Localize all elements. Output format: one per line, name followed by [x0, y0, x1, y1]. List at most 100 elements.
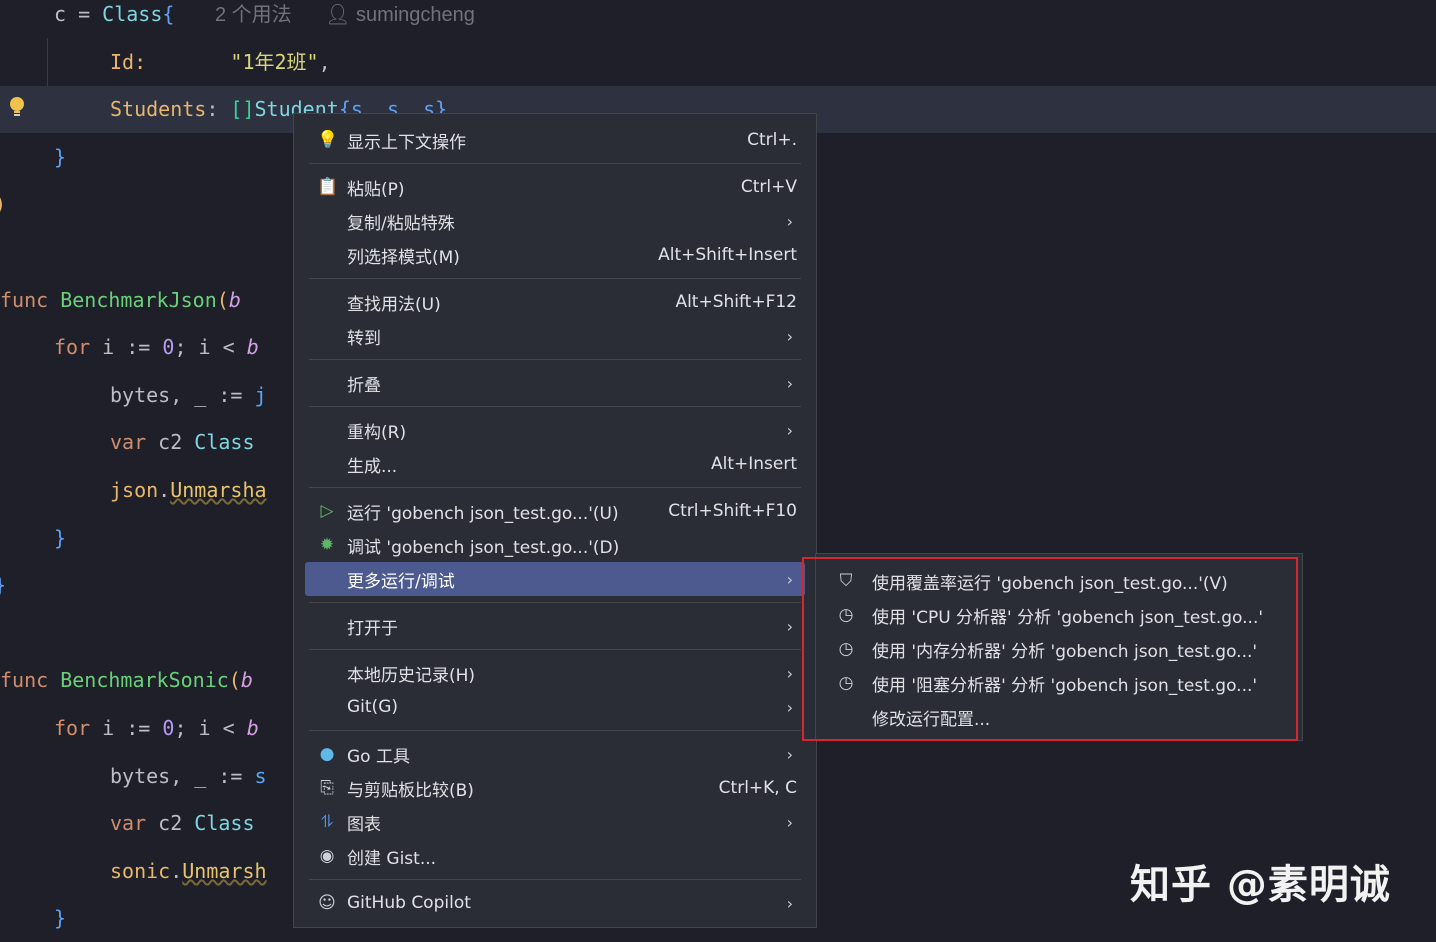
menu-item[interactable]: ☺ GitHub Copilot ›	[305, 886, 805, 920]
menu-item-label: 粘贴(P)	[347, 179, 405, 200]
menu-item[interactable]: ✹ 调试 'gobench json_test.go...'(D)	[305, 528, 805, 562]
menu-item[interactable]: ⎘ 与剪贴板比较(B) Ctrl+K, C	[305, 771, 805, 805]
menu-item[interactable]: 折叠 ›	[305, 366, 805, 400]
profiler-icon: ◷	[838, 673, 854, 693]
chevron-right-icon: ›	[786, 616, 793, 636]
menu-item-label: 折叠	[347, 375, 381, 396]
menu-item-shortcut: Alt+Insert	[710, 454, 797, 474]
menu-item[interactable]: ◉ 创建 Gist...	[305, 839, 805, 873]
menu-item[interactable]: 打开于 ›	[305, 609, 805, 643]
lightbulb-icon[interactable]	[8, 96, 26, 120]
context-menu: 💡 显示上下文操作 Ctrl+. 📋 粘贴(P) Ctrl+V 复制/粘贴特殊 › 列选择模式(…	[293, 113, 817, 928]
menu-item[interactable]: 生成... Alt+Insert	[305, 447, 805, 481]
code-token: Unmarsha	[170, 478, 267, 502]
code-token: .	[158, 478, 171, 502]
watermark: 知乎 @素明诚	[1130, 862, 1391, 908]
menu-item[interactable]: 更多运行/调试 ›	[305, 562, 805, 596]
code-token: :	[206, 97, 231, 122]
code-token: "1年2班"	[230, 49, 319, 74]
code-token: sonic	[110, 858, 171, 883]
menu-item[interactable]: ◷ 使用 '阻塞分析器' 分析 'gobench json_test.go...'	[820, 666, 1298, 700]
code-token: Unmarsh	[182, 858, 267, 883]
menu-item-label: 使用 '内存分析器' 分析 'gobench json_test.go...'	[872, 641, 1258, 662]
menu-item-shortcut: Ctrl+Shift+F10	[668, 501, 797, 521]
code-token: json	[110, 478, 159, 502]
code-token: }	[54, 144, 67, 169]
code-token: b	[246, 335, 259, 360]
menu-item-label: GitHub Copilot	[347, 893, 471, 913]
code-token: func	[0, 287, 61, 312]
menu-item[interactable]: 查找用法(U) Alt+Shift+F12	[305, 285, 805, 319]
gopher-icon: ●	[319, 744, 335, 764]
menu-separator	[294, 157, 816, 170]
menu-item-shortcut: Ctrl+.	[747, 130, 797, 150]
menu-item-label: 与剪贴板比较(B)	[347, 780, 474, 801]
code-token: Class	[102, 2, 163, 26]
menu-item-label: Git(G)	[347, 697, 398, 717]
code-token: 0	[162, 335, 175, 360]
menu-separator	[294, 481, 816, 494]
menu-item[interactable]: ▷ 运行 'gobench json_test.go...'(U) Ctrl+Shi…	[305, 494, 805, 528]
menu-item-label: 创建 Gist...	[347, 848, 437, 869]
menu-separator	[294, 400, 816, 413]
menu-item-label: Go 工具	[347, 746, 410, 767]
code-token: (	[228, 668, 241, 693]
menu-item[interactable]: Git(G) ›	[305, 690, 805, 724]
menu-item[interactable]: 💡 显示上下文操作 Ctrl+.	[305, 123, 805, 157]
author-inlay-hint[interactable]: 👤︎ sumingcheng	[325, 0, 475, 30]
code-token: Class	[194, 811, 255, 836]
code-token: i :=	[102, 716, 163, 740]
profiler-icon: ◷	[838, 639, 854, 659]
menu-item-label: 使用 '阻塞分析器' 分析 'gobench json_test.go...'	[872, 675, 1258, 696]
menu-item-label: 修改运行配置...	[872, 709, 991, 730]
code-token: ,	[318, 49, 331, 74]
compare-clipboard-icon: ⎘	[320, 778, 334, 798]
code-token: i :=	[102, 335, 163, 360]
menu-item-label: 使用覆盖率运行 'gobench json_test.go...'(V)	[872, 573, 1228, 594]
menu-item[interactable]: 重构(R) ›	[305, 413, 805, 447]
code-token: }	[0, 573, 6, 597]
code-token: var	[110, 430, 159, 455]
code-token: )	[0, 192, 6, 216]
code-token: func	[0, 668, 61, 693]
menu-item[interactable]: ⛉ 使用覆盖率运行 'gobench json_test.go...'(V)	[820, 564, 1298, 598]
menu-item[interactable]: 修改运行配置...	[820, 700, 1298, 734]
code-token: c2	[158, 811, 195, 836]
menu-item[interactable]: 列选择模式(M) Alt+Shift+Insert	[305, 238, 805, 272]
code-token: .	[170, 858, 183, 883]
menu-item[interactable]: 📋 粘贴(P) Ctrl+V	[305, 170, 805, 204]
code-token: b	[228, 287, 241, 312]
menu-item[interactable]: 转到 ›	[305, 319, 805, 353]
menu-item-label: 生成...	[347, 456, 398, 477]
menu-separator	[294, 353, 816, 366]
copilot-icon: ☺	[318, 893, 336, 913]
code-token: b	[240, 668, 253, 693]
run-icon: ▷	[320, 501, 334, 521]
menu-separator	[294, 596, 816, 609]
code-token: (	[216, 287, 229, 312]
menu-item[interactable]: ⥮ 图表 ›	[305, 805, 805, 839]
menu-item-label: 图表	[347, 814, 381, 835]
menu-separator	[294, 724, 816, 737]
menu-item-label: 运行 'gobench json_test.go...'(U)	[347, 503, 619, 524]
menu-item[interactable]: ◷ 使用 '内存分析器' 分析 'gobench json_test.go...'	[820, 632, 1298, 666]
code-token: Students	[110, 97, 207, 122]
menu-item-label: 复制/粘贴特殊	[347, 213, 455, 234]
usages-inlay-hint[interactable]: 2 个用法	[215, 0, 292, 30]
more-run-debug-submenu: ⛉ 使用覆盖率运行 'gobench json_test.go...'(V) ◷ 使用…	[815, 553, 1303, 741]
code-token: BenchmarkSonic	[60, 668, 229, 693]
menu-item-label: 重构(R)	[347, 422, 407, 443]
menu-item[interactable]: ● Go 工具 ›	[305, 737, 805, 771]
code-token: {	[162, 2, 175, 26]
menu-item-shortcut: Alt+Shift+F12	[675, 292, 797, 312]
code-token: Id:	[110, 49, 147, 74]
menu-item[interactable]: ◷ 使用 'CPU 分析器' 分析 'gobench json_test.go..…	[820, 598, 1298, 632]
diagram-icon: ⥮	[320, 812, 334, 832]
code-line: c = Class{2 个用法 👤︎ sumingcheng	[0, 0, 1436, 38]
menu-item-shortcut: Ctrl+V	[740, 177, 797, 197]
menu-item[interactable]: 本地历史记录(H) ›	[305, 656, 805, 690]
chevron-right-icon: ›	[786, 812, 793, 832]
code-token: for	[54, 335, 103, 360]
menu-item[interactable]: 复制/粘贴特殊 ›	[305, 204, 805, 238]
menu-item-shortcut: Ctrl+K, C	[718, 778, 797, 798]
